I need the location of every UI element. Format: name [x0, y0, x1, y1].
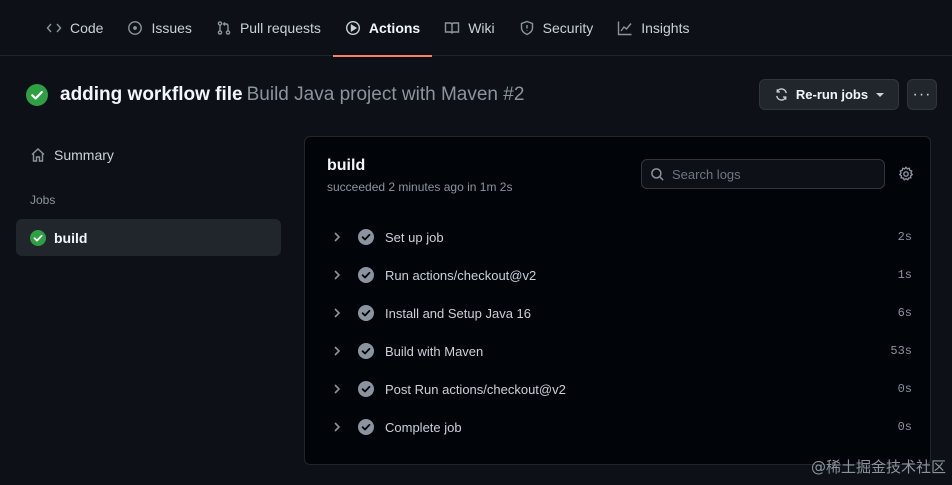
step-duration: 0s	[897, 382, 912, 396]
tab-issues[interactable]: Issues	[115, 0, 203, 56]
step-row[interactable]: Set up job 2s	[305, 218, 930, 256]
book-icon	[445, 21, 460, 34]
sidebar-item-summary[interactable]: Summary	[16, 138, 281, 172]
step-name: Run actions/checkout@v2	[385, 267, 537, 283]
pull-request-icon	[217, 20, 231, 35]
job-log-panel: build succeeded 2 minutes ago in 1m 2s S…	[304, 136, 931, 465]
tab-label: Issues	[151, 19, 192, 36]
run-header: adding workflow file Build Java project …	[26, 80, 524, 110]
sync-icon	[775, 88, 787, 101]
tab-label: Insights	[641, 19, 690, 36]
tab-label: Security	[542, 19, 594, 36]
tab-actions[interactable]: Actions	[332, 0, 433, 57]
steps-list: Set up job 2s Run actions/checkout@v2 1s…	[305, 218, 930, 446]
step-name: Complete job	[385, 419, 462, 435]
tab-security[interactable]: Security	[507, 0, 606, 56]
step-duration: 53s	[890, 344, 912, 358]
step-name: Install and Setup Java 16	[385, 305, 531, 321]
search-logs-input[interactable]	[672, 166, 872, 182]
rerun-label: Re-run jobs	[795, 87, 869, 102]
tab-label: Wiki	[468, 19, 495, 36]
check-circle-icon	[358, 305, 374, 321]
search-icon	[651, 167, 664, 181]
chevron-right-icon	[334, 308, 341, 318]
step-duration: 0s	[897, 420, 912, 434]
tab-code[interactable]: Code	[34, 0, 115, 56]
step-name: Post Run actions/checkout@v2	[385, 381, 566, 397]
success-check-icon	[30, 229, 46, 246]
kebab-icon: ···	[912, 85, 932, 103]
log-settings-button[interactable]	[898, 166, 914, 182]
job-title: build	[327, 157, 366, 174]
play-icon	[345, 20, 360, 35]
jobs-heading: Jobs	[30, 193, 56, 207]
sidebar-item-label: Summary	[54, 147, 114, 163]
check-circle-icon	[358, 343, 374, 359]
chevron-right-icon	[334, 232, 341, 242]
step-duration: 6s	[897, 306, 912, 320]
chevron-right-icon	[334, 346, 341, 356]
home-icon	[31, 148, 45, 162]
sidebar-item-label: build	[54, 229, 88, 246]
chevron-right-icon	[334, 384, 341, 394]
check-circle-icon	[358, 419, 374, 435]
step-row[interactable]: Install and Setup Java 16 6s	[305, 294, 930, 332]
step-duration: 1s	[897, 268, 912, 282]
step-name: Build with Maven	[385, 343, 484, 359]
rerun-jobs-button[interactable]: Re-run jobs	[759, 79, 899, 110]
check-circle-icon	[358, 229, 374, 245]
success-check-icon	[26, 84, 48, 106]
commit-title: adding workflow file	[60, 84, 243, 105]
more-options-button[interactable]: ···	[907, 79, 937, 110]
tab-wiki[interactable]: Wiki	[432, 0, 506, 56]
shield-icon	[520, 20, 533, 35]
step-name: Set up job	[385, 229, 444, 245]
chevron-right-icon	[334, 270, 341, 280]
gear-icon	[898, 166, 914, 181]
step-row[interactable]: Complete job 0s	[305, 408, 930, 446]
chevron-right-icon	[334, 422, 341, 432]
workflow-name: Build Java project with Maven #2	[246, 84, 525, 105]
watermark: @稀土掘金技术社区	[810, 458, 946, 476]
tab-insights[interactable]: Insights	[605, 0, 701, 56]
code-icon	[46, 23, 62, 32]
tab-pull-requests[interactable]: Pull requests	[204, 0, 333, 56]
graph-icon	[618, 21, 632, 35]
step-row[interactable]: Build with Maven 53s	[305, 332, 930, 370]
sidebar-item-build[interactable]: build	[16, 219, 281, 256]
step-row[interactable]: Run actions/checkout@v2 1s	[305, 256, 930, 294]
issue-icon	[128, 20, 143, 35]
check-circle-icon	[358, 267, 374, 283]
repo-nav: Code Issues Pull requests Actions Wiki S…	[0, 0, 952, 57]
tab-label: Actions	[368, 19, 421, 36]
step-duration: 2s	[897, 230, 912, 244]
search-logs-field[interactable]	[641, 159, 885, 189]
job-status-text: succeeded 2 minutes ago in 1m 2s	[327, 180, 513, 194]
check-circle-icon	[358, 381, 374, 397]
chevron-down-icon	[876, 92, 885, 97]
step-row[interactable]: Post Run actions/checkout@v2 0s	[305, 370, 930, 408]
tab-label: Code	[70, 19, 104, 36]
tab-label: Pull requests	[239, 19, 321, 36]
